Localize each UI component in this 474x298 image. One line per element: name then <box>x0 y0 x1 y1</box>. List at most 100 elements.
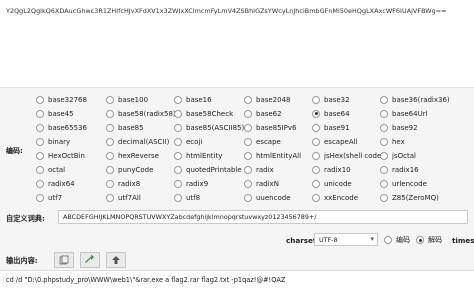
encoding-option[interactable]: quotedPrintable <box>174 164 242 175</box>
encoding-option[interactable]: base16 <box>174 94 212 105</box>
radio-circle[interactable] <box>106 123 114 132</box>
radio-circle[interactable] <box>106 193 114 202</box>
charset-select[interactable]: UTF-8 ▾ <box>314 233 378 246</box>
radio-circle[interactable] <box>36 193 44 202</box>
radio-circle[interactable] <box>384 236 392 244</box>
mode-encode-radio[interactable]: 编码 <box>384 235 410 245</box>
encoding-option[interactable]: base2048 <box>244 94 291 105</box>
radio-circle[interactable] <box>174 137 182 146</box>
radio-circle[interactable] <box>312 165 320 174</box>
radio-circle[interactable] <box>244 193 252 202</box>
encoding-option[interactable]: octal <box>36 164 65 175</box>
radio-circle[interactable] <box>312 109 320 118</box>
encoding-option[interactable]: unicode <box>312 178 352 189</box>
radio-circle[interactable] <box>380 95 388 104</box>
radio-circle[interactable] <box>244 137 252 146</box>
radio-circle[interactable] <box>244 109 252 118</box>
encoding-option[interactable]: htmlEntityAll <box>244 150 301 161</box>
radio-circle[interactable] <box>312 123 320 132</box>
encoding-option[interactable]: utf7All <box>106 192 141 203</box>
radio-circle[interactable] <box>174 109 182 118</box>
radio-circle[interactable] <box>36 109 44 118</box>
radio-circle[interactable] <box>174 151 182 160</box>
radio-circle[interactable] <box>106 151 114 160</box>
encoding-option[interactable]: ecoji <box>174 136 202 147</box>
radio-circle[interactable] <box>244 151 252 160</box>
encoding-option[interactable]: base100 <box>106 94 148 105</box>
radio-circle[interactable] <box>106 179 114 188</box>
radio-circle[interactable] <box>380 123 388 132</box>
radio-circle[interactable] <box>312 179 320 188</box>
radio-circle[interactable] <box>36 95 44 104</box>
encoding-option[interactable]: base85(ASCII85) <box>174 122 244 133</box>
encoding-option[interactable]: base45 <box>36 108 74 119</box>
encoding-option[interactable]: radix9 <box>174 178 208 189</box>
radio-circle[interactable] <box>312 137 320 146</box>
encoding-option[interactable]: hexReverse <box>106 150 159 161</box>
encoding-option[interactable]: base32768 <box>36 94 87 105</box>
encoding-option[interactable]: radix16 <box>380 164 419 175</box>
encoding-option[interactable]: binary <box>36 136 70 147</box>
encoding-option[interactable]: base64 <box>312 108 350 119</box>
radio-circle[interactable] <box>380 193 388 202</box>
radio-circle[interactable] <box>174 165 182 174</box>
encoding-option[interactable]: base32 <box>312 94 350 105</box>
output-textarea[interactable]: cd /d "D:\0.phpstudy_pro\WWW\web1\"&rar.… <box>0 270 474 298</box>
radio-circle[interactable] <box>106 137 114 146</box>
encoding-option[interactable]: base58Check <box>174 108 233 119</box>
radio-circle[interactable] <box>380 151 388 160</box>
up-arrow-button[interactable] <box>106 252 126 268</box>
encoding-option[interactable]: uuencode <box>244 192 291 203</box>
encoding-option[interactable]: htmlEntity <box>174 150 222 161</box>
radio-circle[interactable] <box>174 179 182 188</box>
encoding-option[interactable]: utf8 <box>174 192 200 203</box>
radio-circle[interactable] <box>380 179 388 188</box>
encoding-option[interactable]: base36(radix36) <box>380 94 450 105</box>
radio-circle[interactable] <box>174 123 182 132</box>
encoding-option[interactable]: jsHex(shell code) <box>312 150 384 161</box>
encoding-option[interactable]: utf7 <box>36 192 62 203</box>
radio-circle[interactable] <box>312 151 320 160</box>
radio-circle[interactable] <box>36 151 44 160</box>
encoding-option[interactable]: radixN <box>244 178 279 189</box>
encoding-option[interactable]: HexOctBin <box>36 150 85 161</box>
encoding-option[interactable]: xxEncode <box>312 192 358 203</box>
encoding-option[interactable]: hex <box>380 136 405 147</box>
radio-circle[interactable] <box>312 95 320 104</box>
radio-circle[interactable] <box>244 179 252 188</box>
encoding-option[interactable]: base85 <box>106 122 144 133</box>
radio-circle[interactable] <box>36 137 44 146</box>
encoding-option[interactable]: jsOctal <box>380 150 416 161</box>
encoding-option[interactable]: base65536 <box>36 122 87 133</box>
encoding-option[interactable]: base58(radix58) <box>106 108 176 119</box>
radio-circle[interactable] <box>36 179 44 188</box>
radio-circle[interactable] <box>106 95 114 104</box>
radio-circle[interactable] <box>244 123 252 132</box>
encoding-option[interactable]: radix64 <box>36 178 75 189</box>
encoding-option[interactable]: radix10 <box>312 164 351 175</box>
input-textarea[interactable]: Y2QgL2QglkQ6XDAucGhwc3R1ZHlfcHJvXFdXV1x3… <box>0 0 474 88</box>
encoding-option[interactable]: escape <box>244 136 281 147</box>
encoding-option[interactable]: base92 <box>380 122 418 133</box>
radio-circle[interactable] <box>106 109 114 118</box>
dict-input[interactable]: ABCDEFGHIJKLMNOPQRSTUVWXYZabcdefghijklmn… <box>58 210 468 224</box>
encoding-option[interactable]: escapeAll <box>312 136 358 147</box>
encoding-option[interactable]: radix <box>244 164 274 175</box>
swap-button[interactable] <box>80 252 100 268</box>
encoding-option[interactable]: punyCode <box>106 164 153 175</box>
radio-circle[interactable] <box>416 236 424 244</box>
radio-circle[interactable] <box>244 165 252 174</box>
radio-circle[interactable] <box>174 193 182 202</box>
radio-circle[interactable] <box>36 165 44 174</box>
encoding-option[interactable]: Z85(ZeroMQ) <box>380 192 439 203</box>
radio-circle[interactable] <box>36 123 44 132</box>
radio-circle[interactable] <box>380 137 388 146</box>
encoding-option[interactable]: base85IPv6 <box>244 122 296 133</box>
copy-button[interactable] <box>54 252 74 268</box>
radio-circle[interactable] <box>174 95 182 104</box>
radio-circle[interactable] <box>312 193 320 202</box>
mode-decode-radio[interactable]: 解码 <box>416 235 442 245</box>
encoding-option[interactable]: urlencode <box>380 178 427 189</box>
radio-circle[interactable] <box>244 95 252 104</box>
radio-circle[interactable] <box>380 165 388 174</box>
